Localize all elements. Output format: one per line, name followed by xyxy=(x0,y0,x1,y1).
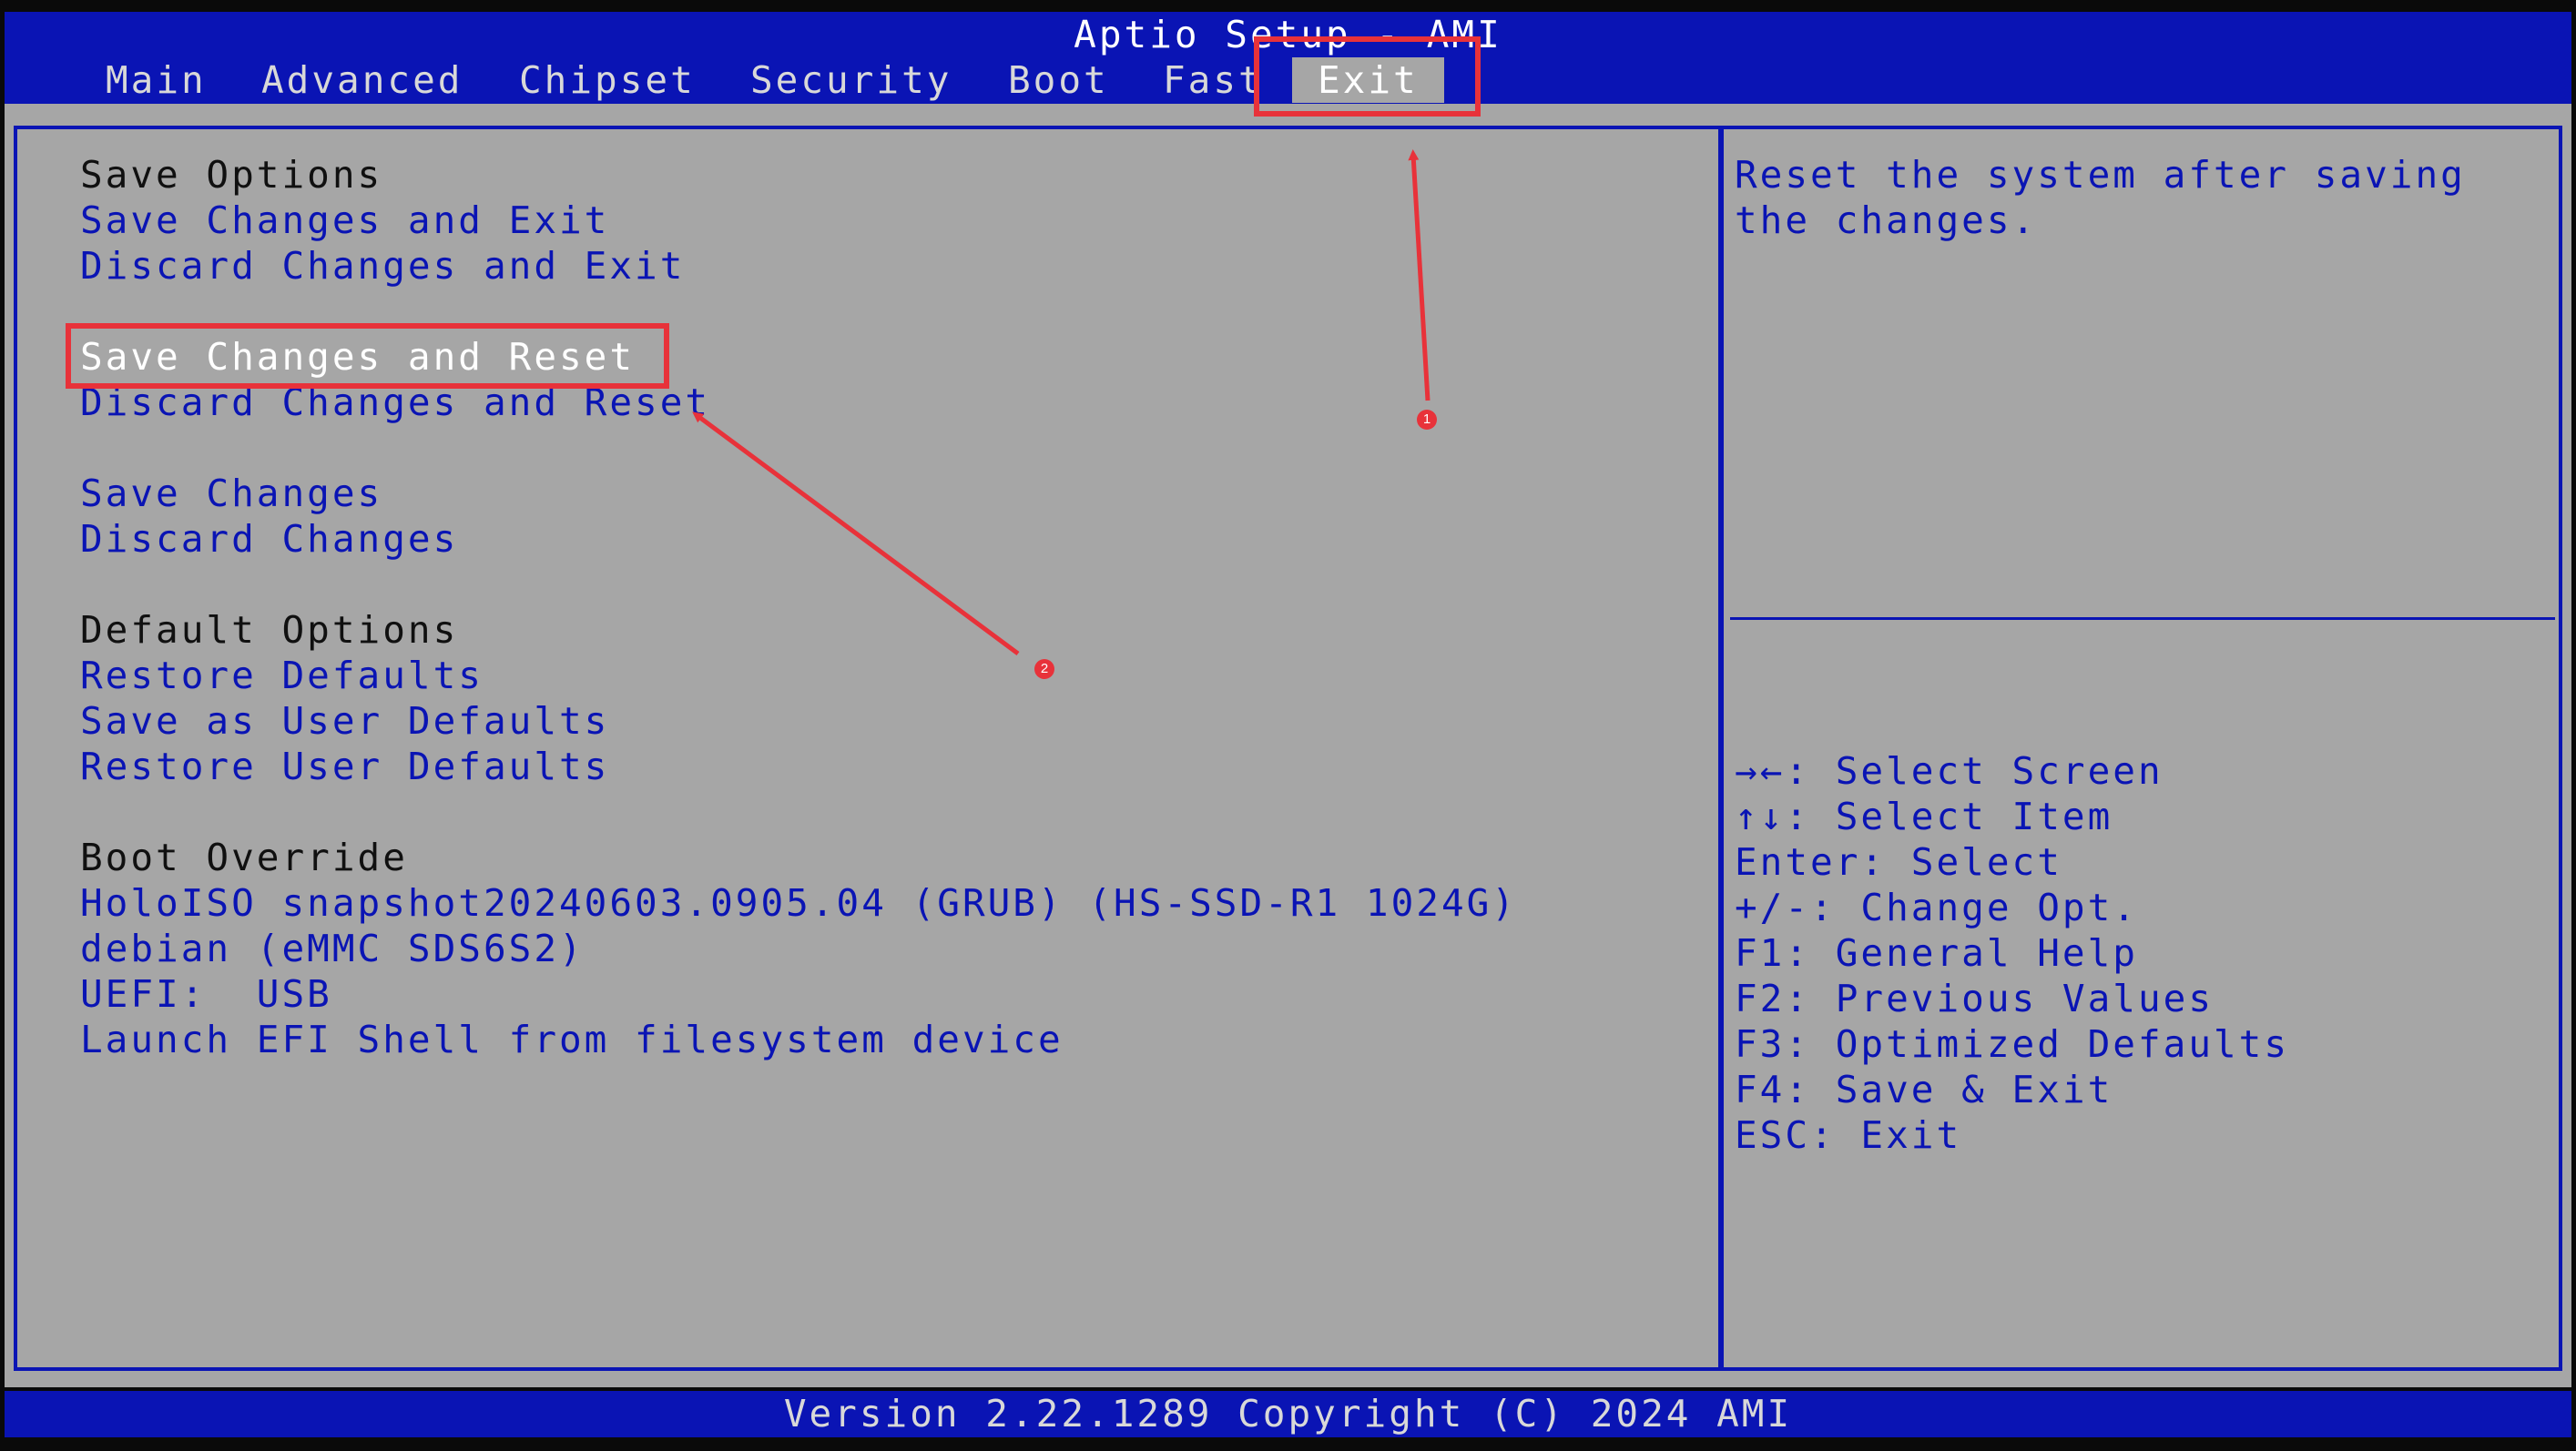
annotation-marker-2: 2 xyxy=(1034,659,1054,679)
annotation-marker-1: 1 xyxy=(1417,410,1437,430)
annotation-arrows xyxy=(692,149,1431,656)
arrow-to-exit-tab xyxy=(1408,149,1431,401)
arrow-to-save-reset xyxy=(692,411,1020,656)
